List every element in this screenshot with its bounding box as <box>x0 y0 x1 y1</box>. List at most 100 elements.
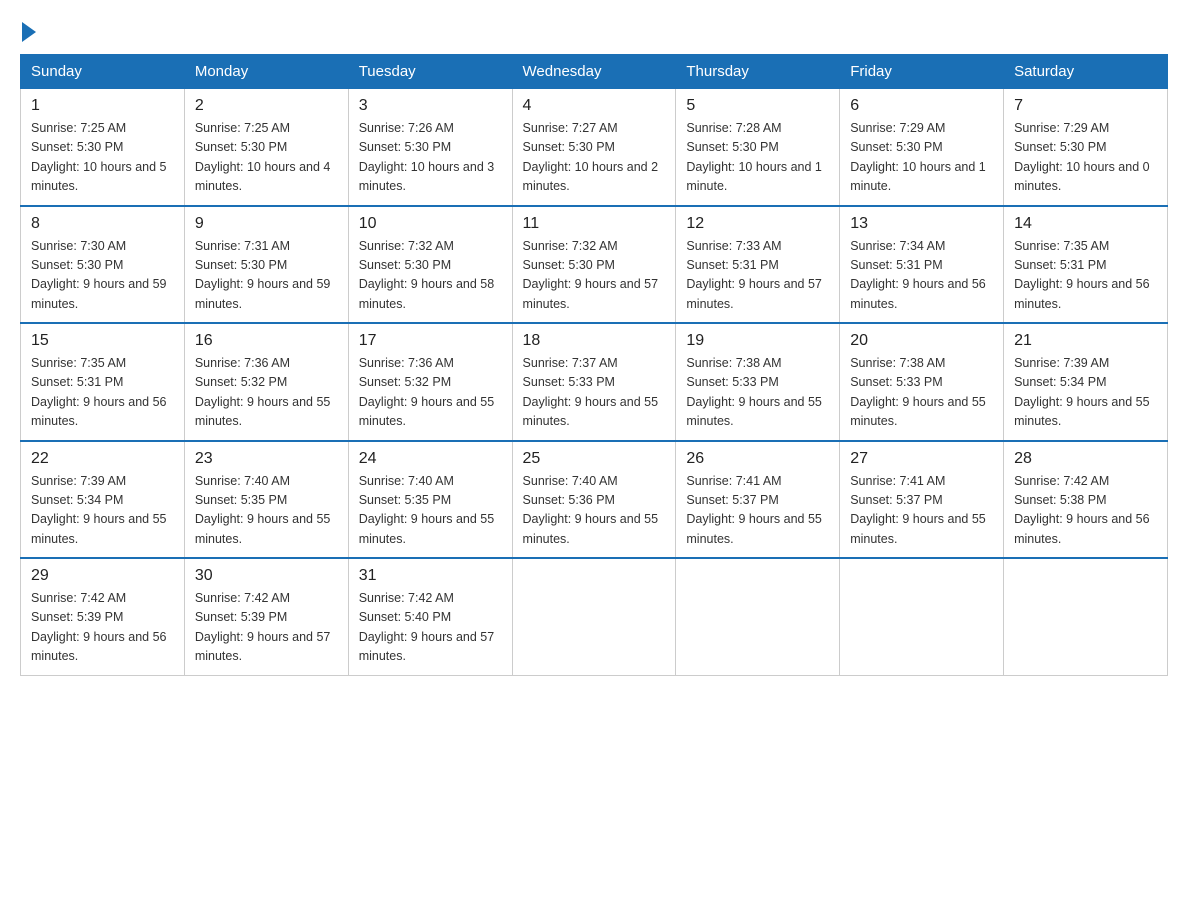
day-info: Sunrise: 7:28 AMSunset: 5:30 PMDaylight:… <box>686 121 822 193</box>
calendar-cell: 12 Sunrise: 7:33 AMSunset: 5:31 PMDaylig… <box>676 206 840 324</box>
calendar-cell: 13 Sunrise: 7:34 AMSunset: 5:31 PMDaylig… <box>840 206 1004 324</box>
day-number: 2 <box>195 97 338 115</box>
day-info: Sunrise: 7:29 AMSunset: 5:30 PMDaylight:… <box>850 121 986 193</box>
day-number: 20 <box>850 332 993 350</box>
day-info: Sunrise: 7:25 AMSunset: 5:30 PMDaylight:… <box>195 121 331 193</box>
calendar-cell: 11 Sunrise: 7:32 AMSunset: 5:30 PMDaylig… <box>512 206 676 324</box>
calendar-cell: 16 Sunrise: 7:36 AMSunset: 5:32 PMDaylig… <box>184 323 348 441</box>
day-info: Sunrise: 7:27 AMSunset: 5:30 PMDaylight:… <box>523 121 659 193</box>
day-number: 9 <box>195 215 338 233</box>
day-info: Sunrise: 7:39 AMSunset: 5:34 PMDaylight:… <box>31 474 167 546</box>
day-info: Sunrise: 7:39 AMSunset: 5:34 PMDaylight:… <box>1014 356 1150 428</box>
day-number: 14 <box>1014 215 1157 233</box>
weekday-header-thursday: Thursday <box>676 55 840 89</box>
day-info: Sunrise: 7:42 AMSunset: 5:39 PMDaylight:… <box>31 591 167 663</box>
day-number: 31 <box>359 567 502 585</box>
calendar-cell: 5 Sunrise: 7:28 AMSunset: 5:30 PMDayligh… <box>676 89 840 206</box>
day-number: 1 <box>31 97 174 115</box>
weekday-header-wednesday: Wednesday <box>512 55 676 89</box>
calendar-cell: 25 Sunrise: 7:40 AMSunset: 5:36 PMDaylig… <box>512 441 676 559</box>
day-info: Sunrise: 7:35 AMSunset: 5:31 PMDaylight:… <box>1014 239 1150 311</box>
day-info: Sunrise: 7:41 AMSunset: 5:37 PMDaylight:… <box>850 474 986 546</box>
day-number: 17 <box>359 332 502 350</box>
calendar-cell: 6 Sunrise: 7:29 AMSunset: 5:30 PMDayligh… <box>840 89 1004 206</box>
logo <box>20 20 36 38</box>
calendar-cell: 10 Sunrise: 7:32 AMSunset: 5:30 PMDaylig… <box>348 206 512 324</box>
day-number: 16 <box>195 332 338 350</box>
day-info: Sunrise: 7:40 AMSunset: 5:36 PMDaylight:… <box>523 474 659 546</box>
day-info: Sunrise: 7:40 AMSunset: 5:35 PMDaylight:… <box>359 474 495 546</box>
day-number: 25 <box>523 450 666 468</box>
calendar-cell <box>1004 558 1168 675</box>
calendar-cell: 14 Sunrise: 7:35 AMSunset: 5:31 PMDaylig… <box>1004 206 1168 324</box>
day-number: 26 <box>686 450 829 468</box>
weekday-header-monday: Monday <box>184 55 348 89</box>
day-info: Sunrise: 7:38 AMSunset: 5:33 PMDaylight:… <box>850 356 986 428</box>
day-number: 13 <box>850 215 993 233</box>
day-info: Sunrise: 7:41 AMSunset: 5:37 PMDaylight:… <box>686 474 822 546</box>
day-info: Sunrise: 7:42 AMSunset: 5:39 PMDaylight:… <box>195 591 331 663</box>
calendar-cell: 23 Sunrise: 7:40 AMSunset: 5:35 PMDaylig… <box>184 441 348 559</box>
day-number: 3 <box>359 97 502 115</box>
calendar-cell: 19 Sunrise: 7:38 AMSunset: 5:33 PMDaylig… <box>676 323 840 441</box>
day-info: Sunrise: 7:42 AMSunset: 5:38 PMDaylight:… <box>1014 474 1150 546</box>
day-number: 21 <box>1014 332 1157 350</box>
calendar-cell: 20 Sunrise: 7:38 AMSunset: 5:33 PMDaylig… <box>840 323 1004 441</box>
day-number: 15 <box>31 332 174 350</box>
calendar-cell: 26 Sunrise: 7:41 AMSunset: 5:37 PMDaylig… <box>676 441 840 559</box>
calendar-cell: 31 Sunrise: 7:42 AMSunset: 5:40 PMDaylig… <box>348 558 512 675</box>
weekday-header-row: SundayMondayTuesdayWednesdayThursdayFrid… <box>21 55 1168 89</box>
day-info: Sunrise: 7:31 AMSunset: 5:30 PMDaylight:… <box>195 239 331 311</box>
week-row-5: 29 Sunrise: 7:42 AMSunset: 5:39 PMDaylig… <box>21 558 1168 675</box>
day-info: Sunrise: 7:25 AMSunset: 5:30 PMDaylight:… <box>31 121 167 193</box>
calendar-cell <box>512 558 676 675</box>
day-info: Sunrise: 7:34 AMSunset: 5:31 PMDaylight:… <box>850 239 986 311</box>
day-number: 19 <box>686 332 829 350</box>
calendar-cell: 28 Sunrise: 7:42 AMSunset: 5:38 PMDaylig… <box>1004 441 1168 559</box>
calendar-cell: 29 Sunrise: 7:42 AMSunset: 5:39 PMDaylig… <box>21 558 185 675</box>
calendar-table: SundayMondayTuesdayWednesdayThursdayFrid… <box>20 54 1168 676</box>
day-info: Sunrise: 7:36 AMSunset: 5:32 PMDaylight:… <box>195 356 331 428</box>
calendar-cell: 21 Sunrise: 7:39 AMSunset: 5:34 PMDaylig… <box>1004 323 1168 441</box>
week-row-2: 8 Sunrise: 7:30 AMSunset: 5:30 PMDayligh… <box>21 206 1168 324</box>
day-info: Sunrise: 7:35 AMSunset: 5:31 PMDaylight:… <box>31 356 167 428</box>
calendar-cell: 9 Sunrise: 7:31 AMSunset: 5:30 PMDayligh… <box>184 206 348 324</box>
day-info: Sunrise: 7:32 AMSunset: 5:30 PMDaylight:… <box>359 239 495 311</box>
day-info: Sunrise: 7:36 AMSunset: 5:32 PMDaylight:… <box>359 356 495 428</box>
day-info: Sunrise: 7:30 AMSunset: 5:30 PMDaylight:… <box>31 239 167 311</box>
logo-triangle-icon <box>22 22 36 42</box>
day-info: Sunrise: 7:37 AMSunset: 5:33 PMDaylight:… <box>523 356 659 428</box>
day-number: 18 <box>523 332 666 350</box>
calendar-body: 1 Sunrise: 7:25 AMSunset: 5:30 PMDayligh… <box>21 89 1168 676</box>
calendar-cell: 2 Sunrise: 7:25 AMSunset: 5:30 PMDayligh… <box>184 89 348 206</box>
day-number: 12 <box>686 215 829 233</box>
day-info: Sunrise: 7:38 AMSunset: 5:33 PMDaylight:… <box>686 356 822 428</box>
weekday-header-friday: Friday <box>840 55 1004 89</box>
calendar-cell: 15 Sunrise: 7:35 AMSunset: 5:31 PMDaylig… <box>21 323 185 441</box>
calendar-cell: 3 Sunrise: 7:26 AMSunset: 5:30 PMDayligh… <box>348 89 512 206</box>
day-info: Sunrise: 7:40 AMSunset: 5:35 PMDaylight:… <box>195 474 331 546</box>
calendar-cell: 17 Sunrise: 7:36 AMSunset: 5:32 PMDaylig… <box>348 323 512 441</box>
calendar-cell: 24 Sunrise: 7:40 AMSunset: 5:35 PMDaylig… <box>348 441 512 559</box>
day-info: Sunrise: 7:32 AMSunset: 5:30 PMDaylight:… <box>523 239 659 311</box>
calendar-cell <box>840 558 1004 675</box>
calendar-cell: 18 Sunrise: 7:37 AMSunset: 5:33 PMDaylig… <box>512 323 676 441</box>
day-info: Sunrise: 7:29 AMSunset: 5:30 PMDaylight:… <box>1014 121 1150 193</box>
calendar-cell <box>676 558 840 675</box>
calendar-cell: 22 Sunrise: 7:39 AMSunset: 5:34 PMDaylig… <box>21 441 185 559</box>
day-number: 5 <box>686 97 829 115</box>
day-number: 27 <box>850 450 993 468</box>
week-row-4: 22 Sunrise: 7:39 AMSunset: 5:34 PMDaylig… <box>21 441 1168 559</box>
calendar-cell: 30 Sunrise: 7:42 AMSunset: 5:39 PMDaylig… <box>184 558 348 675</box>
calendar-header: SundayMondayTuesdayWednesdayThursdayFrid… <box>21 55 1168 89</box>
day-number: 7 <box>1014 97 1157 115</box>
day-info: Sunrise: 7:33 AMSunset: 5:31 PMDaylight:… <box>686 239 822 311</box>
weekday-header-tuesday: Tuesday <box>348 55 512 89</box>
week-row-3: 15 Sunrise: 7:35 AMSunset: 5:31 PMDaylig… <box>21 323 1168 441</box>
weekday-header-sunday: Sunday <box>21 55 185 89</box>
day-number: 11 <box>523 215 666 233</box>
day-number: 22 <box>31 450 174 468</box>
day-number: 23 <box>195 450 338 468</box>
logo-top <box>20 20 36 42</box>
calendar-cell: 7 Sunrise: 7:29 AMSunset: 5:30 PMDayligh… <box>1004 89 1168 206</box>
